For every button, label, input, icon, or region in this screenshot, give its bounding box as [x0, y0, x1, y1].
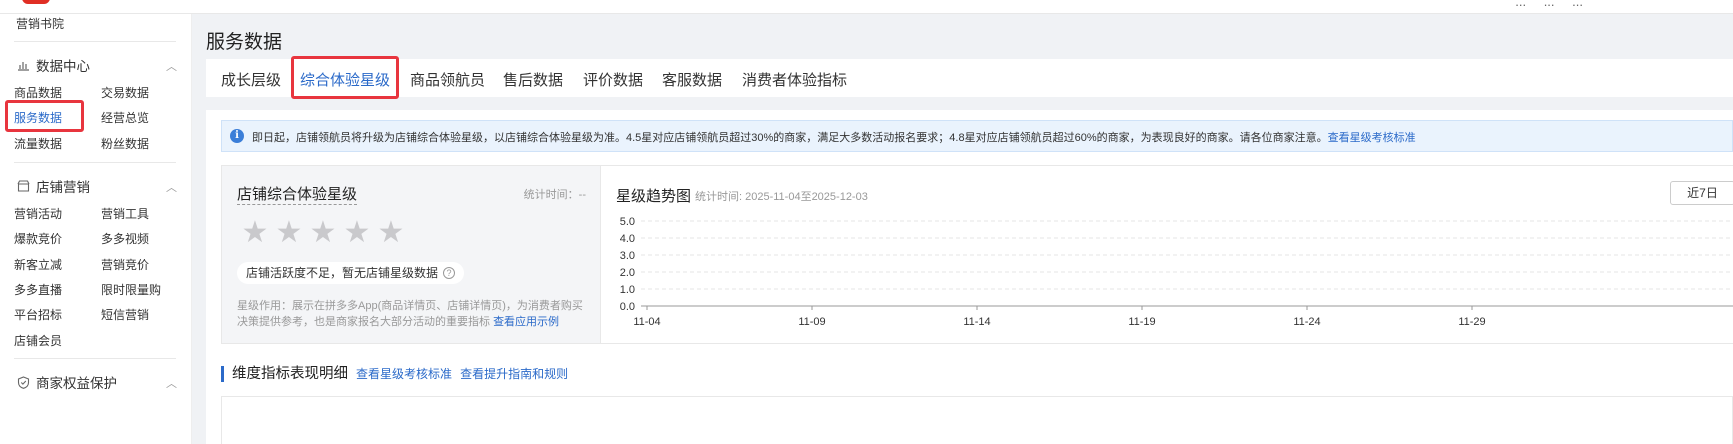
sidebar-item-marketing-activity[interactable]: 营销活动: [14, 205, 62, 222]
y-tick-label: 2.0: [620, 267, 635, 279]
chevron-up-icon[interactable]: ︿: [166, 179, 177, 195]
page-title: 服务数据: [206, 32, 283, 53]
sidebar-item-traffic-data[interactable]: 流量数据: [14, 135, 62, 152]
sidebar-group-label: 店铺营销: [36, 180, 90, 195]
star-status-text: 店铺活跃度不足，暂无店铺星级数据: [246, 266, 439, 280]
view-standard-link[interactable]: 查看星级考核标准: [356, 367, 452, 381]
sidebar-item-platform-bidding[interactable]: 平台招标: [14, 306, 62, 323]
x-tick-label: 11-29: [1458, 316, 1485, 328]
divider: [14, 162, 176, 163]
star-rating-card: 店铺综合体验星级 统计时间：-- ★ ★ ★ ★ ★ 店铺活跃度不足，暂无店铺星…: [221, 165, 601, 344]
sidebar-item-trade-data[interactable]: 交易数据: [101, 84, 149, 101]
sidebar: 营销书院 数据中心 ︿ 商品数据 交易数据 服务数据 经营总览 流量数据 粉丝数…: [0, 14, 192, 444]
detail-table: [221, 396, 1733, 444]
sidebar-group-merchant-protection[interactable]: 商家权益保护: [16, 372, 117, 392]
tab-after-sales[interactable]: 售后数据: [503, 69, 563, 90]
sidebar-item-flash-sale[interactable]: 限时限量购: [101, 281, 161, 298]
sidebar-item-shop-member[interactable]: 店铺会员: [14, 332, 62, 349]
sidebar-item-duoduo-video[interactable]: 多多视频: [101, 230, 149, 247]
shop-icon: [16, 179, 30, 193]
tab-consumer-experience[interactable]: 消费者体验指标: [742, 69, 847, 90]
x-tick-label: 11-14: [963, 316, 990, 328]
y-tick-label: 5.0: [620, 216, 635, 228]
bar-chart-icon: [16, 58, 30, 72]
star-card-desc: 星级作用：展示在拼多多App(商品详情页、店铺详情页)，为消费者购买决策提供参考…: [237, 298, 589, 330]
top-bar: ... ... ...: [0, 0, 1733, 14]
y-tick-label: 1.0: [620, 284, 635, 296]
top-links: ... ... ...: [1501, 0, 1583, 9]
notice-text: 即日起，店铺领航员将升级为店铺综合体验星级，以店铺综合体验星级为准。4.5星对应…: [252, 129, 1416, 145]
sidebar-group-label: 商家权益保护: [36, 376, 117, 391]
main-content: i 即日起，店铺领航员将升级为店铺综合体验星级，以店铺综合体验星级为准。4.5星…: [206, 110, 1733, 444]
tab-bar: 成长层级 综合体验星级 商品领航员 售后数据 评价数据 客服数据 消费者体验指标: [206, 56, 1733, 99]
x-tick-label: 11-19: [1128, 316, 1155, 328]
tab-reviews[interactable]: 评价数据: [583, 69, 643, 90]
star-icon: ★: [241, 216, 269, 249]
sidebar-item-hot-bidding[interactable]: 爆款竞价: [14, 230, 62, 247]
question-icon[interactable]: ?: [443, 267, 456, 279]
sidebar-item-product-data[interactable]: 商品数据: [14, 84, 62, 101]
tab-customer-service[interactable]: 客服数据: [662, 69, 722, 90]
sidebar-item-live[interactable]: 多多直播: [14, 281, 62, 298]
top-link[interactable]: ...: [1572, 0, 1583, 9]
section-title: 维度指标表现明细 查看星级考核标准 查看提升指南和规则: [221, 366, 568, 382]
tab-growth-level[interactable]: 成长层级: [221, 69, 281, 90]
star-icon: ★: [343, 216, 371, 249]
trend-card: 星级趋势图 统计时间: 2025-11-04至2025-12-03 近7日 近 …: [601, 165, 1733, 344]
divider: [14, 41, 176, 42]
sidebar-item-fans-data[interactable]: 粉丝数据: [101, 135, 149, 152]
brand-logo[interactable]: [22, 0, 50, 4]
chevron-up-icon[interactable]: ︿: [166, 58, 177, 74]
y-tick-label: 0.0: [620, 301, 635, 313]
x-tick-label: 11-24: [1293, 316, 1320, 328]
trend-chart: 5.0 4.0 3.0 2.0 1.0 0.0 11-04 11-09 11-14 11-19 11…: [620, 216, 1733, 328]
sidebar-item-new-customer-discount[interactable]: 新客立减: [14, 256, 62, 273]
sidebar-item-sms-marketing[interactable]: 短信营销: [101, 306, 149, 323]
star-status-pill: 店铺活跃度不足，暂无店铺星级数据 ?: [237, 262, 465, 284]
tab-product-navigator[interactable]: 商品领航员: [410, 69, 485, 90]
divider: [14, 358, 176, 359]
sidebar-group-label: 数据中心: [36, 59, 90, 74]
notice-banner: i 即日起，店铺领航员将升级为店铺综合体验星级，以店铺综合体验星级为准。4.5星…: [221, 120, 1733, 152]
notice-message: 即日起，店铺领航员将升级为店铺综合体验星级，以店铺综合体验星级为准。4.5星对应…: [252, 132, 1328, 144]
view-example-link[interactable]: 查看应用示例: [493, 316, 559, 328]
star-card-title[interactable]: 店铺综合体验星级: [237, 183, 358, 205]
x-tick-label: 11-04: [633, 316, 660, 328]
star-icon: ★: [377, 216, 405, 249]
notice-link[interactable]: 查看星级考核标准: [1328, 132, 1416, 144]
info-icon: i: [230, 129, 244, 143]
top-link[interactable]: ...: [1515, 0, 1526, 9]
sidebar-item-marketing-bidding[interactable]: 营销竞价: [101, 256, 149, 273]
view-guide-link[interactable]: 查看提升指南和规则: [460, 367, 568, 381]
top-link[interactable]: ...: [1544, 0, 1555, 9]
star-card-stat-time: 统计时间：--: [523, 189, 586, 201]
section-title-text: 维度指标表现明细: [232, 366, 348, 382]
chevron-up-icon[interactable]: ︿: [166, 375, 177, 391]
star-icon: ★: [275, 216, 303, 249]
sidebar-group-data-center[interactable]: 数据中心: [16, 55, 90, 75]
y-tick-label: 4.0: [620, 233, 635, 245]
sidebar-group-shop-marketing[interactable]: 店铺营销: [16, 176, 90, 196]
x-tick-label: 11-09: [798, 316, 825, 328]
highlight-box: [291, 56, 399, 99]
sidebar-item-business-overview[interactable]: 经营总览: [101, 109, 149, 126]
sidebar-item-marketing-tools[interactable]: 营销工具: [101, 205, 149, 222]
sidebar-item-marketing-academy[interactable]: 营销书院: [16, 15, 64, 32]
star-rating: ★ ★ ★ ★ ★: [238, 216, 408, 250]
highlight-box: [5, 100, 84, 132]
star-icon: ★: [309, 216, 337, 249]
y-tick-label: 3.0: [620, 250, 635, 262]
shield-icon: [16, 375, 30, 389]
